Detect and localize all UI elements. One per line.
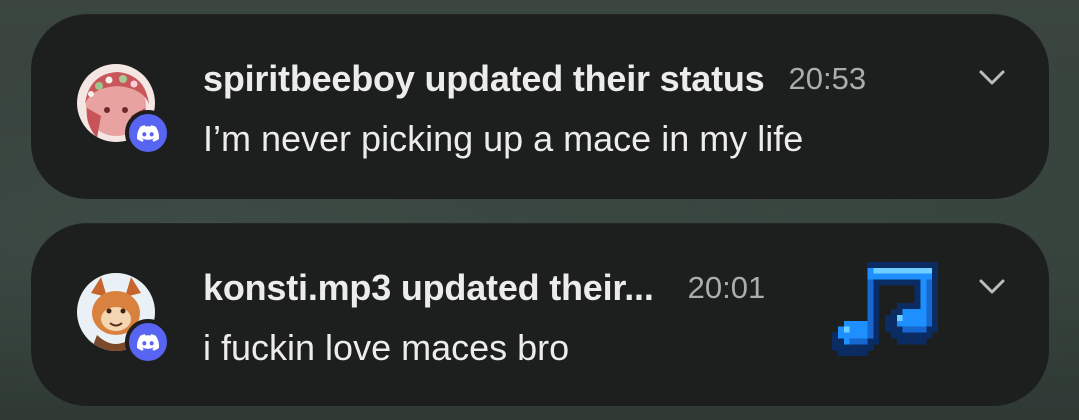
notification-header: konsti.mp3 updated their... 20:01 <box>203 263 765 313</box>
notification-header: spiritbeeboy updated their status 20:53 <box>203 54 866 104</box>
notification-time: 20:53 <box>788 61 867 96</box>
chevron-down-icon[interactable] <box>977 271 1007 301</box>
avatar-container <box>77 64 171 156</box>
notification-message: I’m never picking up a mace in my life <box>203 118 804 159</box>
notification-time: 20:01 <box>687 270 766 305</box>
music-note-icon <box>831 256 945 368</box>
notification-title: konsti.mp3 updated their... <box>203 267 654 308</box>
notification-card-status-1[interactable]: spiritbeeboy updated their status 20:53 … <box>31 14 1049 199</box>
notification-card-status-2[interactable]: konsti.mp3 updated their... 20:01 i fuck… <box>31 223 1049 406</box>
notification-message: i fuckin love maces bro <box>203 327 570 368</box>
discord-icon <box>125 110 171 156</box>
discord-icon <box>125 319 171 365</box>
avatar-container <box>77 273 171 365</box>
chevron-down-icon[interactable] <box>977 62 1007 92</box>
notification-title: spiritbeeboy updated their status <box>203 58 765 99</box>
